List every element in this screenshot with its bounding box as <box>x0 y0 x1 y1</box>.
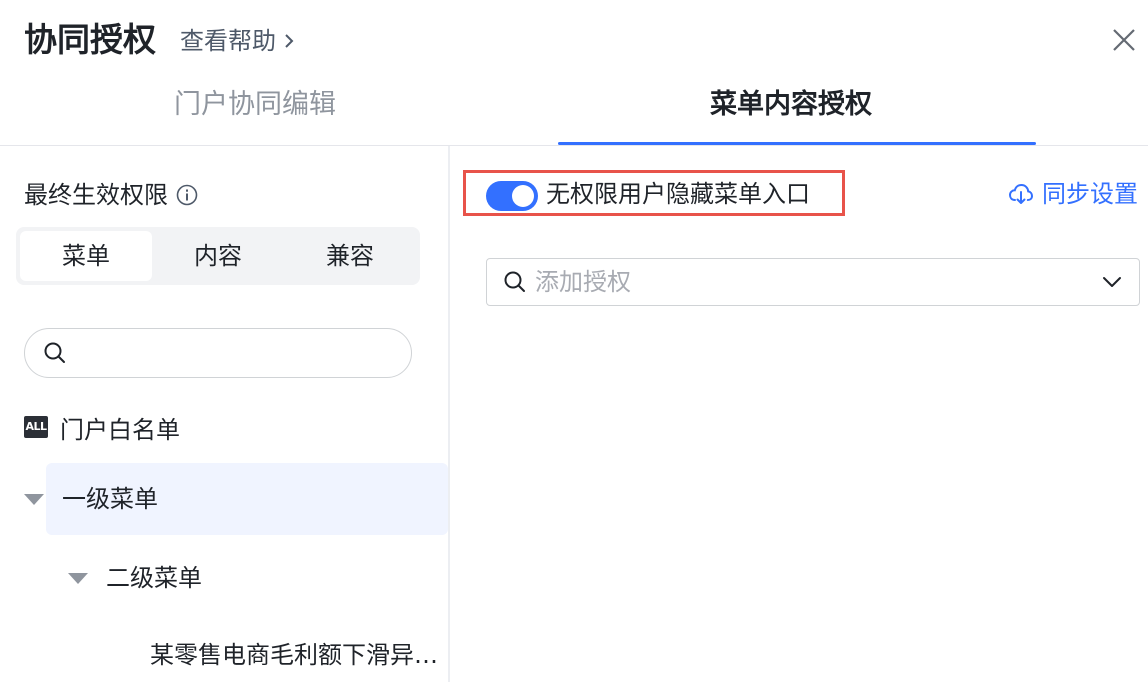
tab-menu-content-auth[interactable]: 菜单内容授权 <box>710 80 872 130</box>
close-icon[interactable] <box>1110 26 1138 54</box>
cloud-download-icon <box>1008 183 1034 204</box>
tree-item-level2[interactable]: 二级菜单 <box>106 561 202 595</box>
caret-down-icon[interactable] <box>24 494 44 505</box>
search-icon <box>44 342 65 363</box>
segment-compat[interactable]: 兼容 <box>284 231 416 281</box>
add-auth-select[interactable]: 添加授权 <box>486 258 1140 306</box>
tab-portal-collab-edit[interactable]: 门户协同编辑 <box>174 80 336 130</box>
tree-search-input[interactable] <box>24 328 412 378</box>
chevron-down-icon <box>1103 277 1121 287</box>
tree-item-label: 门户白名单 <box>60 415 180 444</box>
info-icon[interactable] <box>176 184 198 206</box>
sync-settings-button[interactable]: 同步设置 <box>1008 177 1138 211</box>
help-link-label: 查看帮助 <box>180 27 276 55</box>
tab-bar: 门户协同编辑 菜单内容授权 <box>0 80 1148 146</box>
caret-down-icon[interactable] <box>68 573 88 584</box>
add-auth-placeholder: 添加授权 <box>535 268 631 296</box>
hide-menu-toggle-label: 无权限用户隐藏菜单入口 <box>546 180 810 208</box>
sync-settings-label: 同步设置 <box>1042 180 1138 208</box>
permission-title-label: 最终生效权限 <box>24 181 168 209</box>
tabs-divider <box>0 145 1148 146</box>
collab-auth-panel: 协同授权 查看帮助 门户协同编辑 菜单内容授权 最终生效权限 菜单 内容 兼容 <box>0 0 1148 682</box>
panel-divider <box>448 146 450 682</box>
permission-segmented-control: 菜单 内容 兼容 <box>16 227 420 285</box>
tree-item-level3[interactable]: 某零售电商毛利额下滑异常分析 <box>150 638 446 672</box>
segment-content[interactable]: 内容 <box>152 231 284 281</box>
tree-item-level1[interactable]: 一级菜单 <box>62 482 158 516</box>
segment-menu[interactable]: 菜单 <box>20 231 152 281</box>
permission-title: 最终生效权限 <box>24 178 198 212</box>
help-link[interactable]: 查看帮助 <box>180 24 298 58</box>
page-title: 协同授权 <box>24 20 156 59</box>
hide-menu-toggle[interactable] <box>486 181 538 211</box>
search-icon <box>504 271 525 292</box>
chevron-right-icon <box>285 34 294 48</box>
toggle-knob <box>512 185 534 207</box>
tree-item-portal-whitelist[interactable]: ALL 门户白名单 <box>24 410 180 444</box>
all-icon: ALL <box>24 416 48 438</box>
